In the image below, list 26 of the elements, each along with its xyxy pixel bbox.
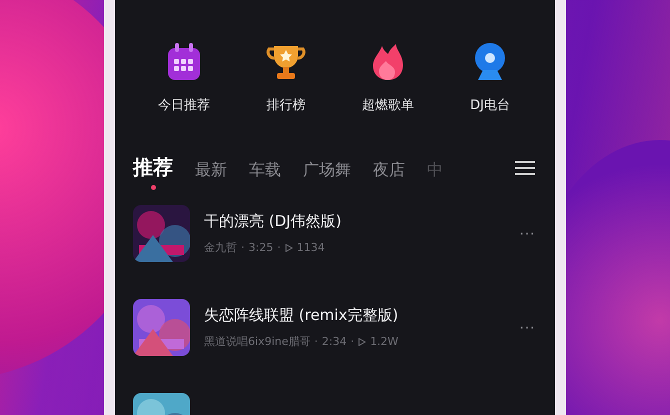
song-title[interactable]: 干的漂亮 (DJ伟然版) [204, 212, 506, 231]
category-tab[interactable]: 推荐 [133, 154, 173, 190]
separator-dot: · [350, 335, 354, 348]
more-button[interactable]: ··· [519, 224, 535, 242]
shortcut-button[interactable]: 今日推荐 [139, 40, 229, 114]
artist-name: 金九哲 [204, 240, 237, 255]
duration: 3:25 [248, 241, 274, 254]
category-tab[interactable]: 夜店 [373, 160, 405, 181]
play-icon [358, 338, 366, 346]
category-tab[interactable]: 最新 [195, 160, 227, 181]
shortcut-button[interactable]: 排行榜 [241, 40, 331, 114]
separator-dot: · [241, 241, 244, 254]
play-count: 1.2W [370, 335, 398, 348]
play-icon [284, 244, 293, 252]
duration: 2:34 [322, 335, 347, 348]
play-count: 1134 [296, 241, 325, 254]
more-button[interactable]: ··· [519, 318, 535, 336]
shortcut-button[interactable]: DJ电台 [445, 40, 535, 114]
separator-dot: · [277, 241, 281, 254]
category-tab[interactable]: 广场舞 [303, 160, 351, 181]
separator-dot: · [314, 335, 318, 348]
artist-name: 黑道说唱6ix9ine腊哥 [204, 334, 310, 349]
category-tab[interactable]: 车载 [249, 160, 281, 181]
song-title[interactable]: 失恋阵线联盟 (remix完整版) [204, 306, 506, 325]
shortcut-button[interactable]: 超燃歌单 [343, 40, 433, 114]
menu-icon[interactable] [515, 160, 535, 176]
